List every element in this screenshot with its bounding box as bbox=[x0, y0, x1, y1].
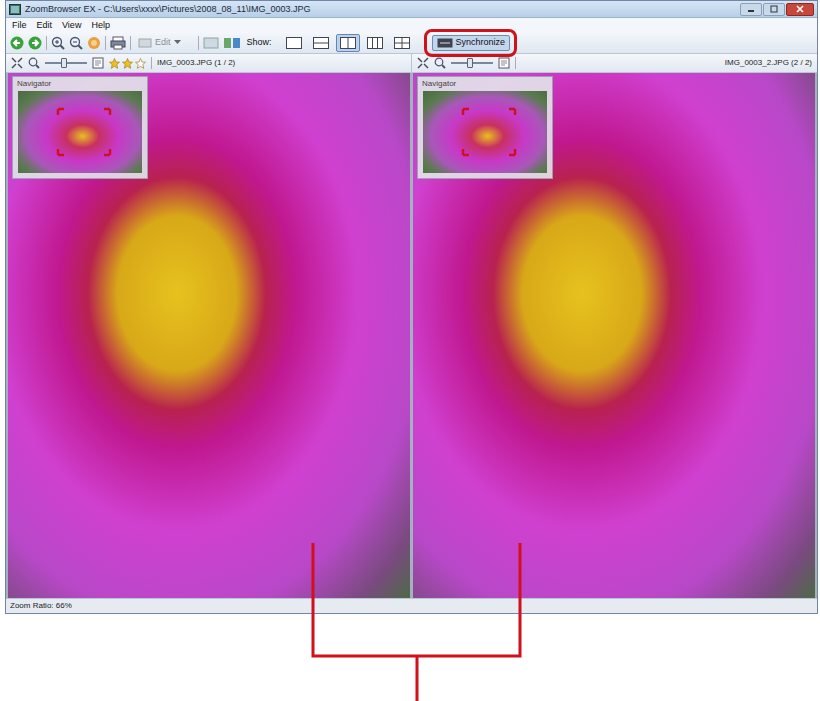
zoom-in-icon[interactable] bbox=[51, 36, 65, 50]
print-icon[interactable] bbox=[110, 36, 126, 50]
view-frame-icon[interactable] bbox=[423, 91, 547, 173]
layout-icon[interactable] bbox=[309, 34, 333, 52]
synchronize-wrapper: Synchronize bbox=[432, 35, 511, 51]
edit-label: Edit bbox=[155, 38, 171, 47]
fit-icon[interactable] bbox=[11, 57, 23, 69]
panel-toolbars: IMG_0003.JPG (1 / 2) IMG_0003_2.JPG (2 / … bbox=[6, 54, 817, 73]
menu-item[interactable]: View bbox=[62, 21, 81, 30]
slider-thumb[interactable] bbox=[61, 58, 67, 68]
layout-icon[interactable] bbox=[363, 34, 387, 52]
star-icon[interactable] bbox=[109, 58, 120, 69]
zoom-slider[interactable] bbox=[45, 58, 87, 68]
maximize-icon[interactable] bbox=[763, 3, 785, 16]
window-controls bbox=[740, 3, 814, 16]
compare-icon[interactable] bbox=[223, 37, 241, 49]
fit-view-icon[interactable] bbox=[203, 37, 219, 49]
synchronize-label: Synchronize bbox=[456, 38, 506, 47]
menu-item[interactable]: Help bbox=[91, 21, 110, 30]
window-title: ZoomBrowser EX - C:\Users\xxxx\Pictures\… bbox=[25, 5, 310, 14]
properties-icon[interactable] bbox=[92, 57, 104, 69]
navigator: Navigator bbox=[417, 76, 553, 179]
app-window: ZoomBrowser EX - C:\Users\xxxx\Pictures\… bbox=[5, 0, 818, 614]
highlight-ring bbox=[424, 29, 518, 57]
menu-item[interactable]: File bbox=[12, 21, 27, 30]
navigator-title: Navigator bbox=[418, 77, 552, 91]
layout-group bbox=[282, 34, 414, 52]
main-toolbar: Edit Show: Synchronize bbox=[6, 32, 817, 54]
show-label: Show: bbox=[247, 38, 272, 47]
layout-icon[interactable] bbox=[390, 34, 414, 52]
star-icon[interactable] bbox=[135, 58, 146, 69]
slider-thumb[interactable] bbox=[467, 58, 473, 68]
layout-icon[interactable] bbox=[336, 34, 360, 52]
back-icon[interactable] bbox=[10, 36, 24, 50]
edit-icon bbox=[138, 37, 152, 49]
forward-icon[interactable] bbox=[28, 36, 42, 50]
rating-stars[interactable] bbox=[109, 58, 146, 69]
file-name: IMG_0003.JPG (1 / 2) bbox=[157, 59, 235, 67]
menu-item[interactable]: Edit bbox=[37, 21, 53, 30]
app-icon bbox=[9, 4, 21, 15]
zoom-icon[interactable] bbox=[28, 57, 40, 69]
slideshow-icon[interactable] bbox=[87, 36, 101, 50]
zoom-icon[interactable] bbox=[434, 57, 446, 69]
file-name: IMG_0003_2.JPG (2 / 2) bbox=[725, 59, 812, 67]
star-icon[interactable] bbox=[122, 58, 133, 69]
separator bbox=[105, 36, 106, 50]
layout-icon[interactable] bbox=[282, 34, 306, 52]
navigator-title: Navigator bbox=[13, 77, 147, 91]
fit-icon[interactable] bbox=[417, 57, 429, 69]
image-area: Navigator Navigator bbox=[6, 73, 817, 598]
separator bbox=[46, 36, 47, 50]
annotation-bracket bbox=[0, 0, 820, 701]
zoom-out-icon[interactable] bbox=[69, 36, 83, 50]
synchronize-button[interactable]: Synchronize bbox=[432, 35, 511, 51]
navigator: Navigator bbox=[12, 76, 148, 179]
synchronize-icon bbox=[437, 38, 453, 48]
separator bbox=[130, 36, 131, 50]
status-bar: Zoom Ratio: 66% bbox=[6, 598, 817, 613]
dropdown-icon bbox=[174, 40, 181, 45]
minimize-icon[interactable] bbox=[740, 3, 762, 16]
zoom-ratio: Zoom Ratio: 66% bbox=[10, 602, 72, 610]
separator bbox=[198, 36, 199, 50]
separator bbox=[151, 57, 152, 69]
navigator-thumbnail[interactable] bbox=[18, 91, 142, 173]
title-bar: ZoomBrowser EX - C:\Users\xxxx\Pictures\… bbox=[6, 1, 817, 18]
close-icon[interactable] bbox=[786, 3, 814, 16]
image-panel[interactable]: Navigator bbox=[8, 73, 410, 598]
zoom-slider[interactable] bbox=[451, 58, 493, 68]
image-panel[interactable]: Navigator bbox=[413, 73, 815, 598]
panel-toolbar: IMG_0003.JPG (1 / 2) bbox=[6, 54, 412, 72]
view-frame-icon[interactable] bbox=[18, 91, 142, 173]
panel-toolbar: IMG_0003_2.JPG (2 / 2) bbox=[412, 54, 817, 72]
edit-menu-button[interactable]: Edit bbox=[135, 37, 184, 49]
navigator-thumbnail[interactable] bbox=[423, 91, 547, 173]
properties-icon[interactable] bbox=[498, 57, 510, 69]
menu-bar: File Edit View Help bbox=[6, 18, 817, 32]
separator bbox=[515, 57, 516, 69]
